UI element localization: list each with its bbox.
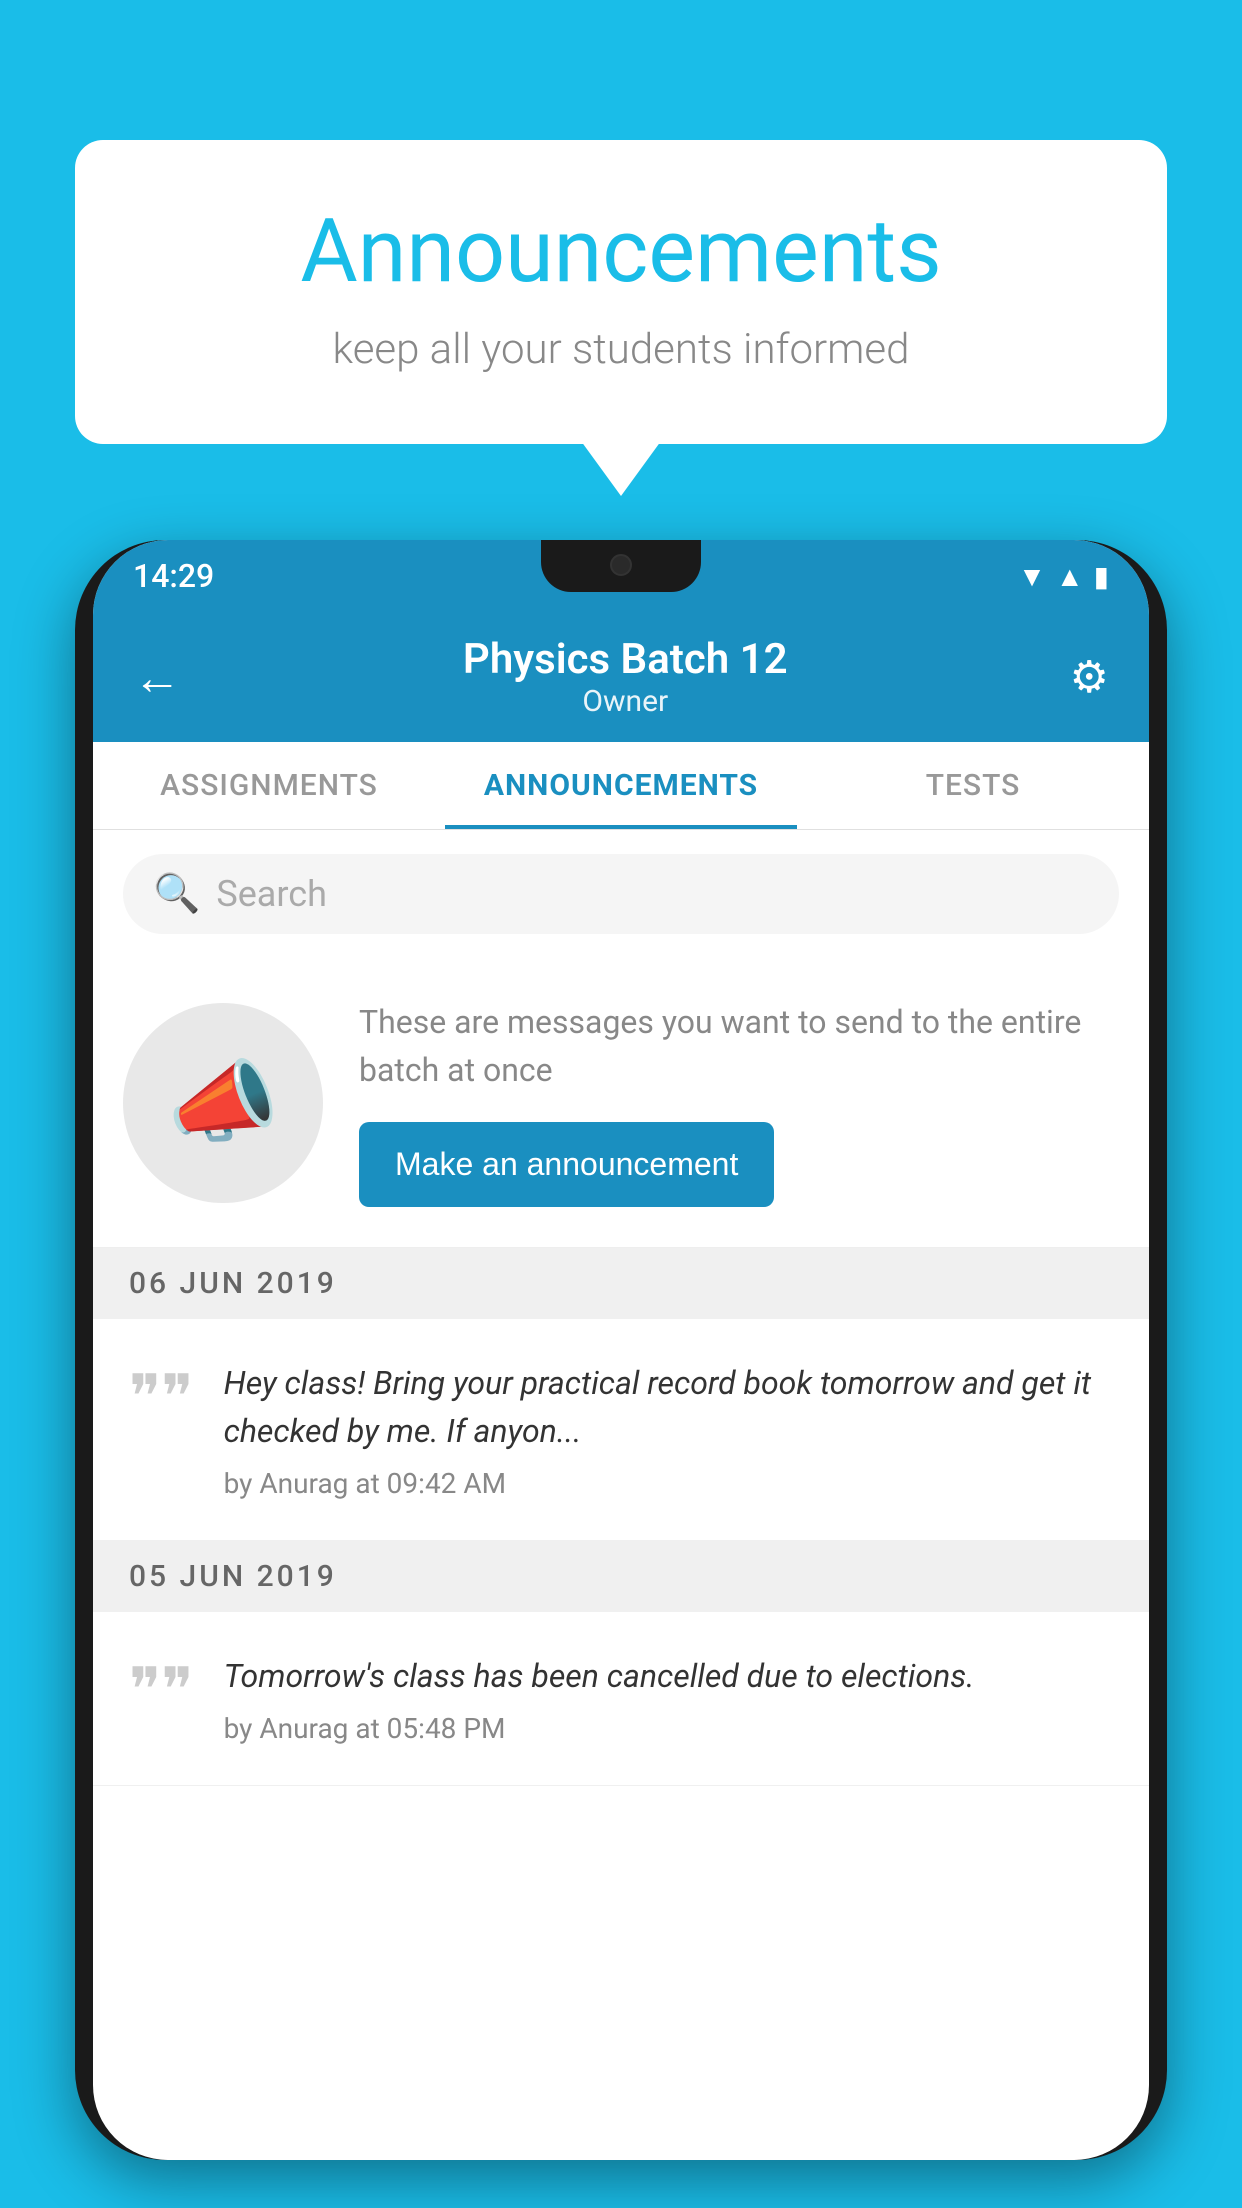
announcement-content-2: Tomorrow's class has been cancelled due … — [224, 1652, 1113, 1745]
phone-screen: 14:29 ▼ ▲ ▮ ← Physics Batch 12 Owner ⚙ — [93, 540, 1149, 2160]
announcement-promo: 📣 These are messages you want to send to… — [93, 958, 1149, 1248]
tab-assignments[interactable]: ASSIGNMENTS — [93, 742, 445, 829]
search-container: 🔍 Search — [93, 830, 1149, 958]
speech-bubble-container: Announcements keep all your students inf… — [75, 140, 1167, 444]
megaphone-icon: 📣 — [167, 1050, 279, 1155]
announcements-title: Announcements — [155, 200, 1087, 303]
promo-description: These are messages you want to send to t… — [359, 998, 1119, 1094]
status-time: 14:29 — [133, 557, 214, 595]
search-icon: 🔍 — [153, 872, 200, 916]
header-title-group: Physics Batch 12 Owner — [463, 635, 788, 719]
app-header: ← Physics Batch 12 Owner ⚙ — [93, 612, 1149, 742]
speech-bubble: Announcements keep all your students inf… — [75, 140, 1167, 444]
announcement-author-1: by Anurag at 09:42 AM — [224, 1467, 1113, 1500]
quote-icon-1: ❞❞ — [129, 1367, 194, 1427]
promo-content: These are messages you want to send to t… — [359, 998, 1119, 1207]
announcement-item-1: ❞❞ Hey class! Bring your practical recor… — [93, 1319, 1149, 1541]
announcement-item-2: ❞❞ Tomorrow's class has been cancelled d… — [93, 1612, 1149, 1786]
wifi-icon: ▼ — [1018, 560, 1046, 593]
quote-icon-2: ❞❞ — [129, 1660, 194, 1720]
batch-title: Physics Batch 12 — [463, 635, 788, 684]
front-camera — [610, 554, 632, 576]
date-divider-2: 05 JUN 2019 — [93, 1541, 1149, 1612]
phone-notch — [541, 540, 701, 592]
make-announcement-button[interactable]: Make an announcement — [359, 1122, 774, 1207]
phone-container: 14:29 ▼ ▲ ▮ ← Physics Batch 12 Owner ⚙ — [75, 540, 1167, 2208]
promo-icon-circle: 📣 — [123, 1003, 323, 1203]
announcement-text-2: Tomorrow's class has been cancelled due … — [224, 1652, 1113, 1700]
announcement-content-1: Hey class! Bring your practical record b… — [224, 1359, 1113, 1500]
owner-label: Owner — [463, 684, 788, 719]
battery-icon: ▮ — [1094, 560, 1109, 593]
status-icons: ▼ ▲ ▮ — [1018, 560, 1109, 593]
announcement-author-2: by Anurag at 05:48 PM — [224, 1712, 1113, 1745]
settings-icon[interactable]: ⚙ — [1070, 651, 1109, 703]
announcements-subtitle: keep all your students informed — [155, 325, 1087, 374]
search-bar[interactable]: 🔍 Search — [123, 854, 1119, 934]
search-placeholder: Search — [216, 873, 327, 915]
tab-tests[interactable]: TESTS — [797, 742, 1149, 829]
tab-announcements[interactable]: ANNOUNCEMENTS — [445, 742, 797, 829]
signal-icon: ▲ — [1056, 560, 1084, 593]
phone-mockup: 14:29 ▼ ▲ ▮ ← Physics Batch 12 Owner ⚙ — [75, 540, 1167, 2160]
date-divider-1: 06 JUN 2019 — [93, 1248, 1149, 1319]
tabs-bar: ASSIGNMENTS ANNOUNCEMENTS TESTS — [93, 742, 1149, 830]
announcement-text-1: Hey class! Bring your practical record b… — [224, 1359, 1113, 1455]
back-button[interactable]: ← — [133, 649, 181, 706]
